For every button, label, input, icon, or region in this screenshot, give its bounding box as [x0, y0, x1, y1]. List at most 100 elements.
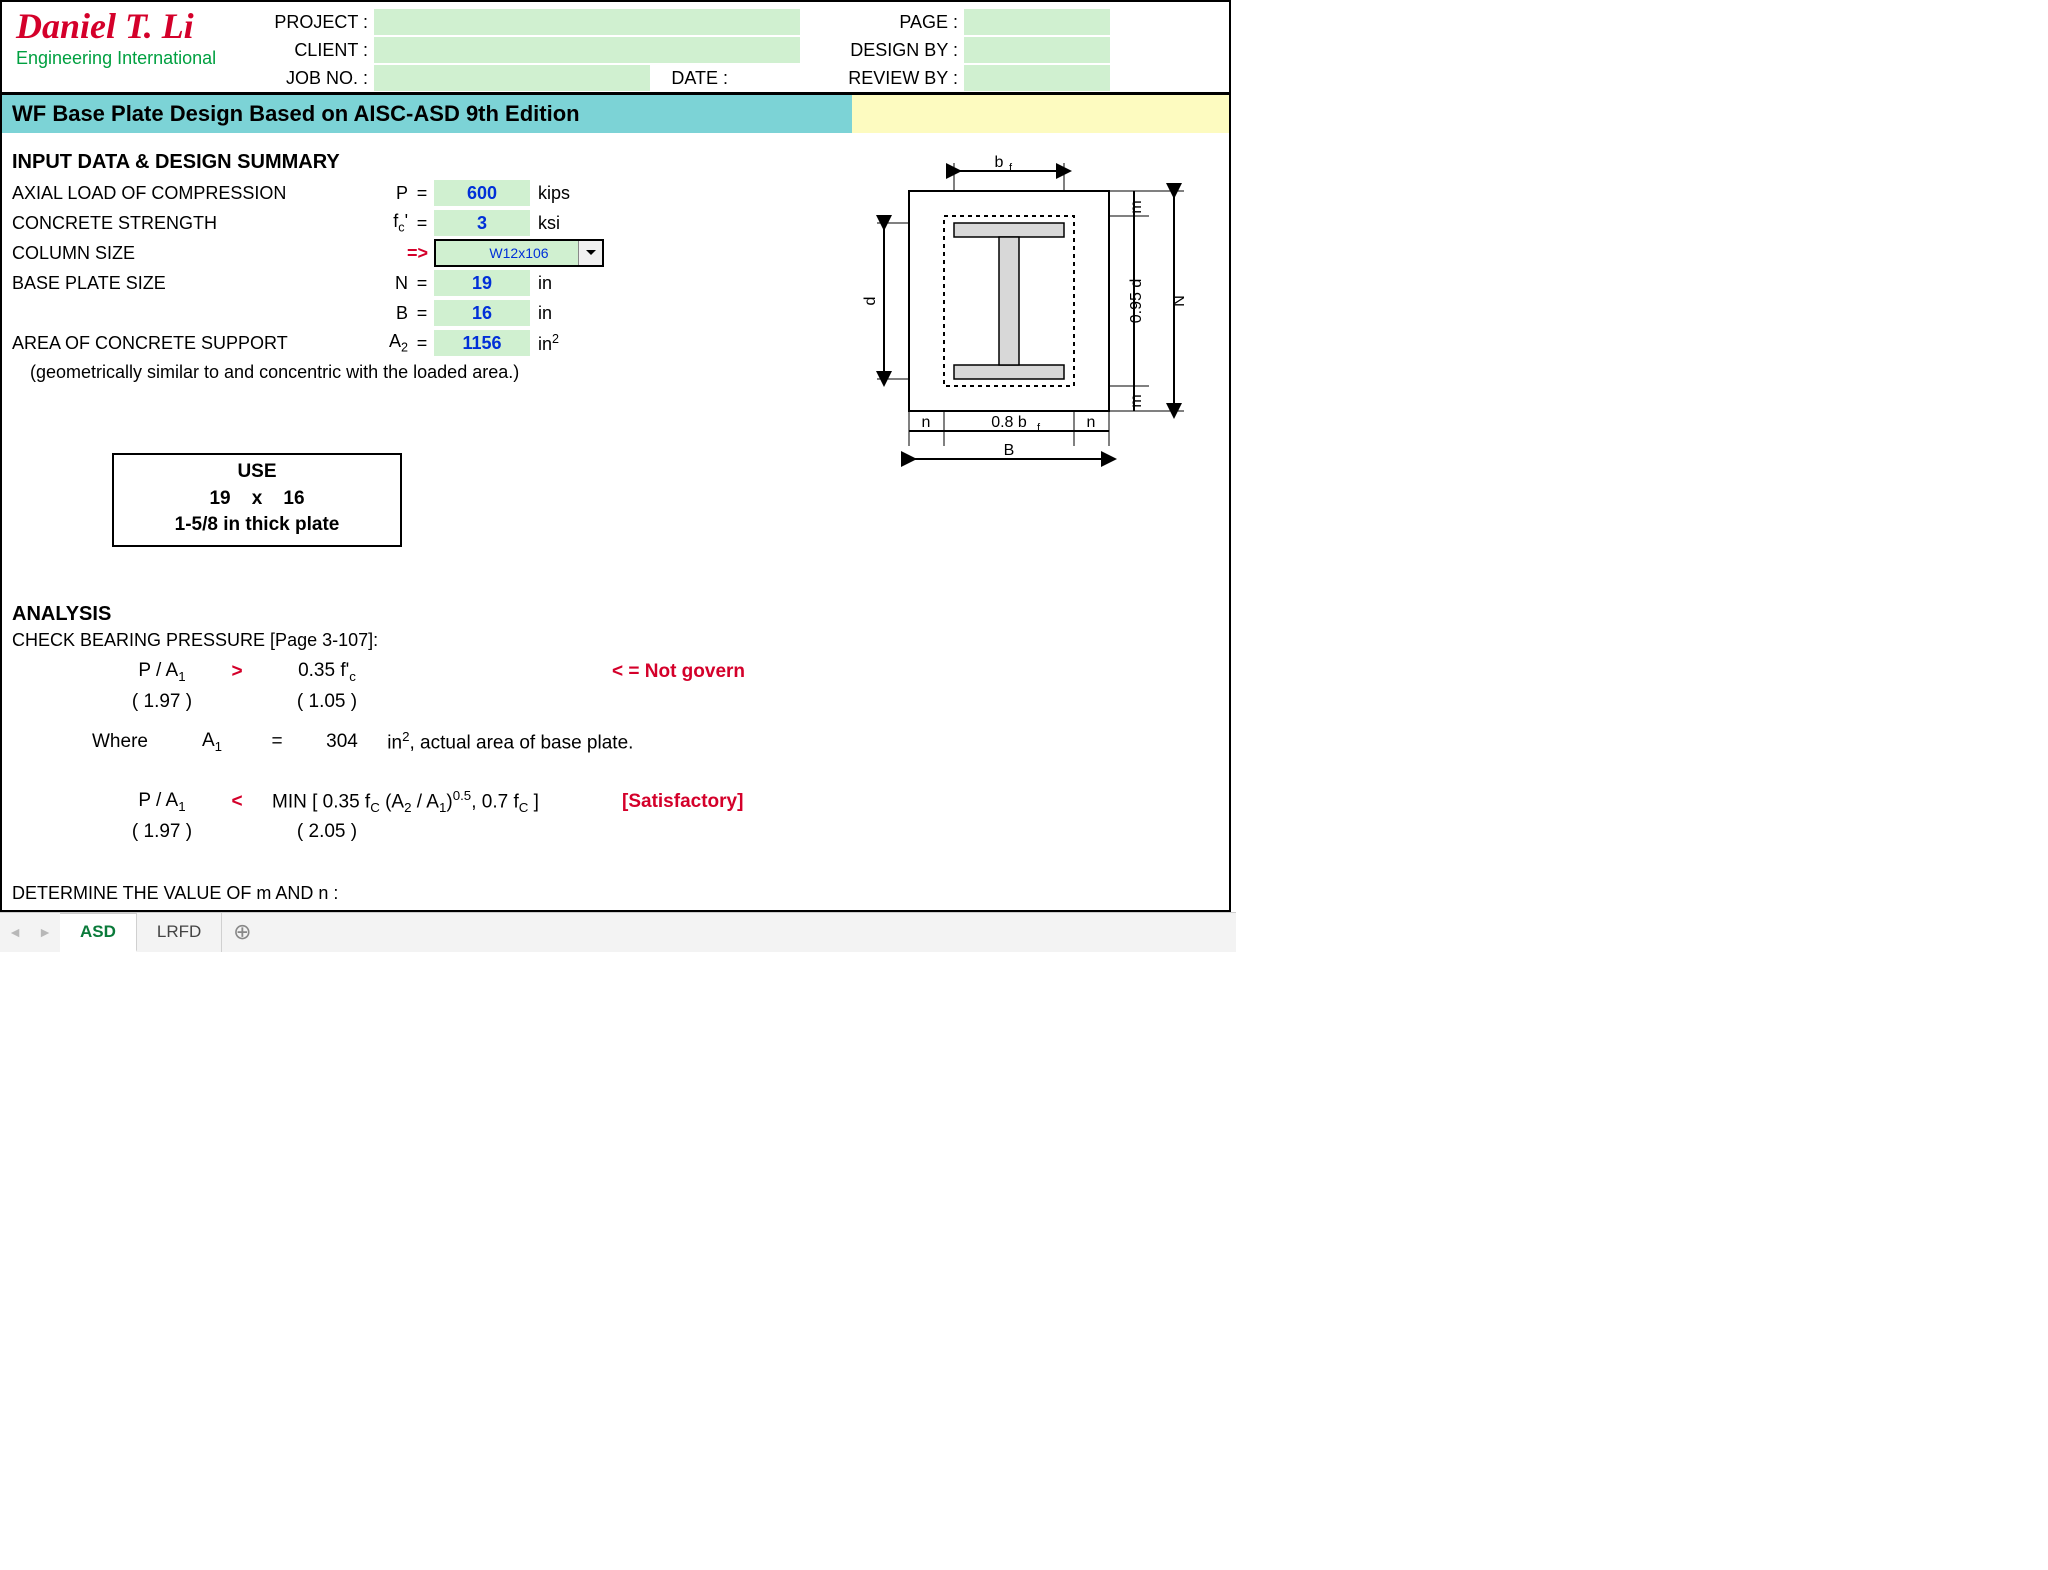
tab-nav: ◄ ► [0, 924, 60, 940]
left-column: INPUT DATA & DESIGN SUMMARY AXIAL LOAD O… [12, 151, 839, 904]
client-field[interactable] [374, 37, 800, 63]
bearing-row2: P / A1 < MIN [ 0.35 fC (A2 / A1)0.5, 0.7… [12, 787, 839, 817]
client-label: CLIENT : [262, 40, 372, 61]
date-field[interactable] [734, 65, 800, 91]
pa1b-label: P / A1 [112, 790, 212, 814]
A1-after: in2, actual area of base plate. [382, 729, 633, 754]
row-axial: AXIAL LOAD OF COMPRESSION P = 600 kips [12, 178, 839, 208]
A1-sym: A1 [172, 730, 252, 754]
logo-sub: Engineering International [16, 48, 258, 69]
analysis: ANALYSIS CHECK BEARING PRESSURE [Page 3-… [12, 603, 839, 904]
satisfactory: [Satisfactory] [622, 791, 743, 813]
eq: = [412, 333, 432, 354]
A2-value[interactable]: 1156 [434, 330, 530, 356]
diagram-column: b f m 0.95 d m N [839, 151, 1219, 904]
tab-add-button[interactable]: ⊕ [222, 919, 262, 945]
sheet-tabs: ◄ ► ASD LRFD ⊕ [0, 912, 1236, 952]
val2-r: ( 2.05 ) [262, 821, 392, 843]
axial-value[interactable]: 600 [434, 180, 530, 206]
project-field[interactable] [374, 9, 800, 35]
svg-text:0.8 b: 0.8 b [991, 414, 1027, 431]
A2-sym: A2 [342, 331, 412, 355]
date-label: DATE : [652, 68, 732, 89]
pa1-label: P / A1 [112, 660, 212, 684]
designby-label: DESIGN BY : [802, 40, 962, 61]
input-heading: INPUT DATA & DESIGN SUMMARY [12, 151, 839, 174]
mn-title: DETERMINE THE VALUE OF m AND n : [12, 883, 839, 904]
use-dims: 19 x 16 [120, 486, 394, 513]
tab-lrfd[interactable]: LRFD [137, 913, 222, 952]
tab-next-icon[interactable]: ► [38, 924, 52, 940]
axial-label: AXIAL LOAD OF COMPRESSION [12, 183, 342, 204]
where: Where [92, 731, 172, 753]
A2-label: AREA OF CONCRETE SUPPORT [12, 333, 342, 354]
where-row: Where A1 = 304 in2, actual area of base … [12, 727, 839, 757]
tab-asd[interactable]: ASD [60, 913, 137, 952]
lt-op: < [212, 791, 262, 813]
meta-grid: PROJECT : PAGE : CLIENT : DESIGN BY : JO… [262, 2, 1229, 92]
svg-text:n: n [922, 414, 931, 431]
row-N: BASE PLATE SIZE N = 19 in [12, 268, 839, 298]
tab-prev-icon[interactable]: ◄ [8, 924, 22, 940]
fc-value[interactable]: 3 [434, 210, 530, 236]
svg-text:m: m [1128, 200, 1145, 213]
axial-sym: P [342, 183, 412, 204]
use-box: USE 19 x 16 1-5/8 in thick plate [112, 453, 402, 547]
jobno-field[interactable] [374, 65, 650, 91]
rhs1: 0.35 f'c [262, 660, 392, 684]
fc-label: CONCRETE STRENGTH [12, 213, 342, 234]
baseplate-diagram: b f m 0.95 d m N [849, 151, 1209, 471]
val-l: ( 1.97 ) [112, 691, 212, 713]
page-title: WF Base Plate Design Based on AISC-ASD 9… [2, 95, 852, 133]
reviewby-label: REVIEW BY : [802, 68, 962, 89]
svg-text:N: N [1171, 295, 1188, 307]
header: Daniel T. Li Engineering International P… [2, 2, 1229, 95]
eq: = [412, 303, 432, 324]
analysis-heading: ANALYSIS [12, 603, 839, 626]
bearing-row1: P / A1 > 0.35 f'c < = Not govern [12, 657, 839, 687]
svg-text:d: d [862, 297, 879, 306]
input-note: (geometrically similar to and concentric… [12, 362, 839, 383]
A2-unit: in2 [532, 332, 602, 355]
svg-text:b: b [995, 154, 1004, 171]
svg-text:n: n [1087, 414, 1096, 431]
A1-val: 304 [302, 731, 382, 753]
val2-l: ( 1.97 ) [112, 821, 212, 843]
colsize-value: W12x106 [489, 245, 548, 261]
use-title: USE [120, 459, 394, 486]
axial-unit: kips [532, 183, 602, 204]
val-r: ( 1.05 ) [262, 691, 392, 713]
svg-text:f: f [1009, 162, 1013, 174]
eq: = [412, 213, 432, 234]
row-colsize: COLUMN SIZE => W12x106 [12, 238, 839, 268]
N-sym: N [342, 273, 412, 294]
row-B: B = 16 in [12, 298, 839, 328]
colsize-label: COLUMN SIZE [12, 243, 342, 264]
bearing-title: CHECK BEARING PRESSURE [Page 3-107]: [12, 630, 839, 651]
page-field[interactable] [964, 9, 1110, 35]
min-expr: MIN [ 0.35 fC (A2 / A1)0.5, 0.7 fC ] [262, 788, 622, 815]
title-right-pad [852, 95, 1229, 133]
bearing-row2-vals: ( 1.97 ) ( 2.05 ) [12, 817, 839, 847]
B-value[interactable]: 16 [434, 300, 530, 326]
reviewby-field[interactable] [964, 65, 1110, 91]
main: INPUT DATA & DESIGN SUMMARY AXIAL LOAD O… [2, 133, 1229, 910]
N-label: BASE PLATE SIZE [12, 273, 342, 294]
row-fc: CONCRETE STRENGTH fc' = 3 ksi [12, 208, 839, 238]
chevron-down-icon[interactable] [578, 241, 602, 265]
logo-name: Daniel T. Li [16, 8, 258, 44]
B-unit: in [532, 303, 602, 324]
N-unit: in [532, 273, 602, 294]
B-sym: B [342, 303, 412, 324]
use-thick: 1-5/8 in thick plate [120, 512, 394, 539]
project-label: PROJECT : [262, 12, 372, 33]
colsize-dropdown[interactable]: W12x106 [434, 239, 604, 267]
svg-text:f: f [1037, 422, 1041, 434]
N-value[interactable]: 19 [434, 270, 530, 296]
where-eq: = [252, 731, 302, 753]
row-A2: AREA OF CONCRETE SUPPORT A2 = 1156 in2 [12, 328, 839, 358]
eq: = [412, 273, 432, 294]
svg-text:B: B [1004, 442, 1015, 459]
spreadsheet-page: Daniel T. Li Engineering International P… [0, 0, 1231, 912]
designby-field[interactable] [964, 37, 1110, 63]
